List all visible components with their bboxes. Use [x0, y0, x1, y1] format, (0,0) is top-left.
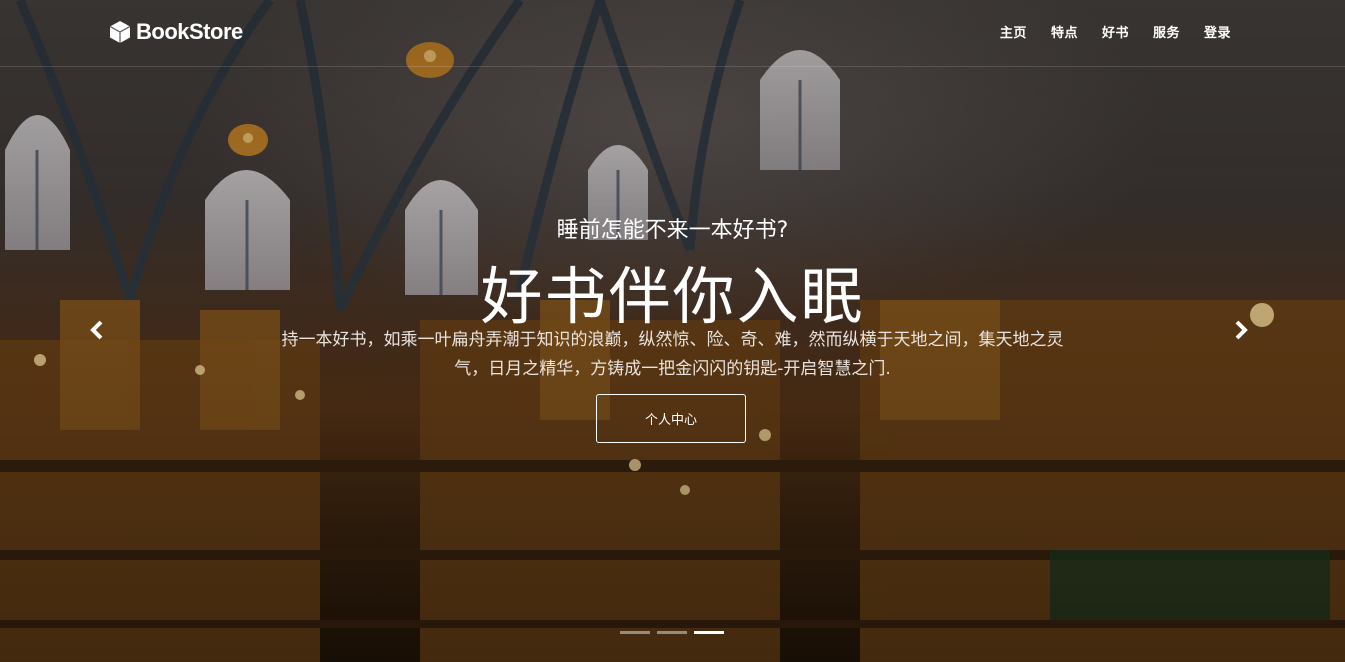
top-navbar: BookStore 主页 特点 好书 服务 登录 [0, 0, 1345, 67]
brand-name: BookStore [136, 19, 243, 44]
nav-link-services[interactable]: 服务 [1153, 22, 1180, 41]
hero-subtitle: 睡前怎能不来一本好书? [556, 218, 789, 243]
nav-link-login[interactable]: 登录 [1204, 22, 1231, 41]
hero-title: 好书伴你入眠 [480, 260, 865, 333]
nav-link-home[interactable]: 主页 [1000, 22, 1027, 41]
carousel-prev-button[interactable] [82, 313, 112, 347]
carousel-indicators [620, 631, 724, 634]
carousel-indicator-2[interactable] [657, 631, 687, 634]
personal-center-button[interactable]: 个人中心 [596, 394, 746, 443]
hero-description: 持一本好书，如乘一叶扁舟弄潮于知识的浪巅，纵然惊、险、奇、难，然而纵横于天地之间… [281, 330, 1064, 379]
chevron-right-icon [1235, 320, 1248, 340]
carousel-indicator-3[interactable] [694, 631, 724, 634]
brand-logo[interactable]: BookStore [110, 19, 243, 45]
nav-menu: 主页 特点 好书 服务 登录 [1000, 22, 1231, 41]
carousel-next-button[interactable] [1226, 313, 1256, 347]
nav-link-books[interactable]: 好书 [1102, 22, 1129, 41]
nav-link-features[interactable]: 特点 [1051, 22, 1078, 41]
carousel-indicator-1[interactable] [620, 631, 650, 634]
cube-icon [110, 21, 130, 43]
chevron-left-icon [90, 320, 103, 340]
